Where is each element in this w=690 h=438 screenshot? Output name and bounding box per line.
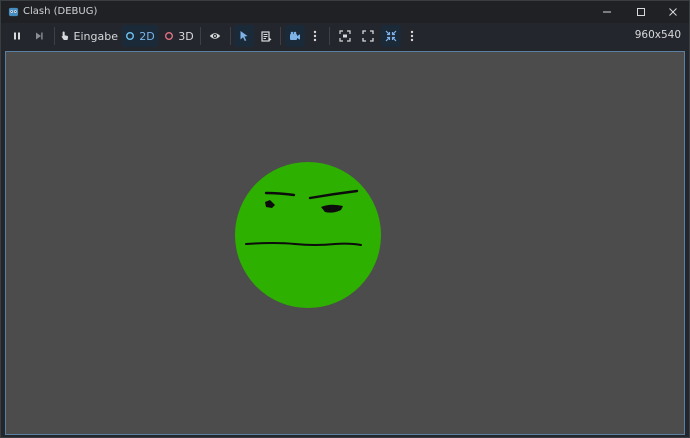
keep-aspect-button[interactable] (381, 25, 401, 47)
close-icon (668, 8, 677, 16)
pointer-icon (240, 31, 248, 41)
expand-button[interactable] (358, 25, 378, 47)
next-frame-button[interactable] (29, 25, 49, 47)
list-button[interactable] (256, 25, 276, 47)
camera-override-button[interactable] (285, 25, 305, 47)
toolbar-separator (230, 27, 231, 45)
mode-2d-label: 2D (139, 29, 155, 43)
mode-3d-button[interactable]: 3D (161, 25, 197, 47)
visibility-button[interactable] (204, 25, 226, 47)
game-window: Clash (DEBUG) Eingabe 2D 3D 960x540 (0, 0, 690, 438)
pause-button[interactable] (7, 25, 27, 47)
shrink-icon (385, 30, 397, 42)
godot-icon (8, 7, 19, 17)
game-viewport[interactable] (5, 51, 685, 435)
toolbar-separator (200, 27, 201, 45)
toolbar-separator (329, 27, 330, 45)
minimize-icon (602, 11, 611, 13)
face-circle (235, 162, 381, 308)
view-options-button[interactable] (405, 25, 419, 47)
kebab-icon (410, 30, 414, 42)
camera-icon (290, 31, 300, 40)
eye-icon (209, 33, 221, 39)
circle-2d-icon (126, 32, 135, 40)
toolbar-separator (280, 27, 281, 45)
input-button[interactable]: Eingabe (60, 25, 118, 47)
list-icon (260, 30, 271, 42)
minimize-button[interactable] (590, 1, 623, 23)
input-label: Eingabe (73, 29, 118, 43)
select-mode-button[interactable] (234, 25, 254, 47)
pause-icon (14, 32, 20, 40)
circle-3d-icon (165, 32, 174, 40)
camera-options-button[interactable] (308, 25, 322, 47)
input-icon (61, 31, 69, 40)
expand-icon (362, 30, 374, 42)
maximize-button[interactable] (624, 1, 657, 23)
next-frame-icon (36, 32, 43, 40)
window-title: Clash (DEBUG) (23, 6, 98, 17)
fit-frame-icon (339, 30, 351, 42)
title-bar: Clash (DEBUG) (1, 1, 689, 23)
mode-3d-label: 3D (178, 29, 194, 43)
kebab-icon (313, 30, 317, 42)
maximize-icon (636, 8, 645, 16)
resolution-label: 960x540 (634, 29, 681, 41)
green-face-sprite (235, 162, 381, 308)
debug-toolbar: Eingabe 2D 3D 960x540 (1, 23, 689, 49)
mode-2d-button[interactable]: 2D (122, 25, 158, 47)
toolbar-separator (54, 27, 55, 45)
close-button[interactable] (656, 1, 689, 23)
embed-mode-button[interactable] (335, 25, 355, 47)
